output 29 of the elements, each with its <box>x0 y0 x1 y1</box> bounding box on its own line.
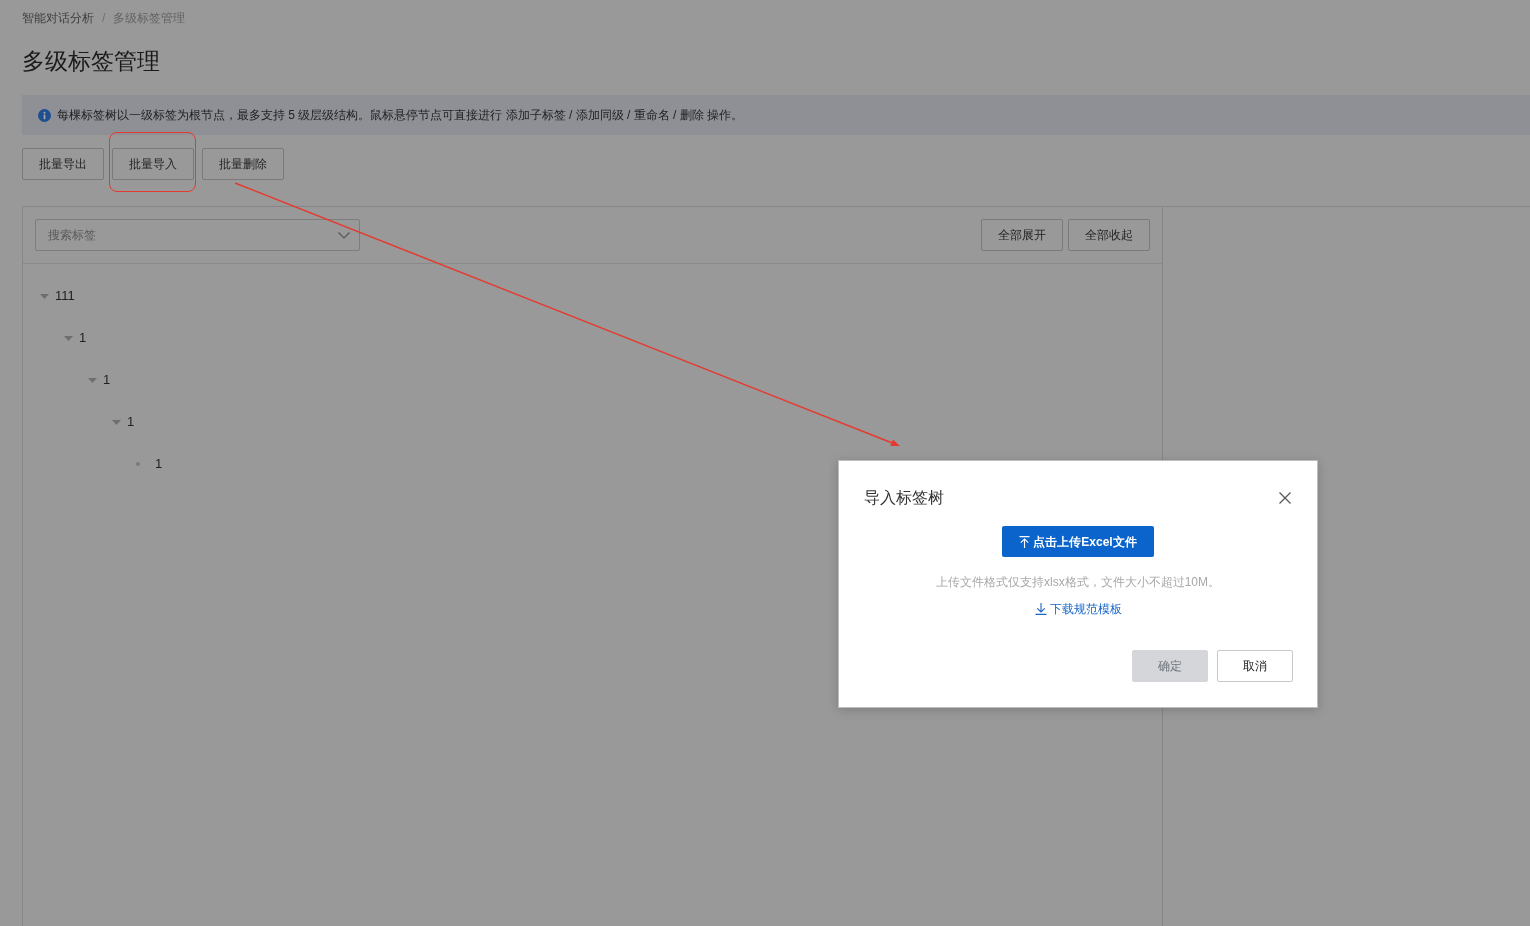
page-title: 多级标签管理 <box>22 47 160 76</box>
tree-node-label[interactable]: 111 <box>55 286 75 306</box>
upload-hint: 上传文件格式仅支持xlsx格式，文件大小不超过10M。 <box>936 574 1220 591</box>
action-button[interactable]: 全部收起 <box>1068 219 1150 251</box>
caret-icon[interactable] <box>88 377 97 383</box>
action-button[interactable]: 全部展开 <box>981 219 1063 251</box>
info-icon <box>38 108 51 122</box>
tree-node-label[interactable]: 1 <box>103 370 111 390</box>
upload-button[interactable]: 点击上传Excel文件 <box>1002 526 1154 557</box>
tree-node-label[interactable]: 1 <box>155 454 163 474</box>
download-template-link[interactable]: 下载规范模板 <box>1034 600 1122 618</box>
chevron-down-icon <box>338 232 350 239</box>
breadcrumb-link[interactable]: 智能对话分析 <box>22 10 94 26</box>
info-text: 每棵标签树以一级标签为根节点，最多支持 5 级层级结构。鼠标悬停节点可直接进行 添加子标签 / 添加同级 / 重命名 / 删除 操作。 <box>57 107 743 123</box>
toolbar-button[interactable]: 批量删除 <box>202 148 284 180</box>
cancel-button[interactable]: 取消 <box>1217 650 1293 682</box>
upload-icon <box>1019 535 1031 548</box>
close-icon[interactable] <box>1279 492 1291 504</box>
toolbar-button[interactable]: 批量导出 <box>22 148 104 180</box>
tree-node-label[interactable]: 1 <box>127 412 135 432</box>
caret-icon[interactable] <box>112 419 121 425</box>
tree-node-label[interactable]: 1 <box>79 328 87 348</box>
download-icon <box>1034 603 1047 615</box>
toolbar-button[interactable]: 批量导入 <box>112 148 194 180</box>
caret-icon[interactable] <box>40 293 49 299</box>
dialog-title: 导入标签树 <box>864 488 944 508</box>
breadcrumb-separator: / <box>102 10 106 26</box>
caret-icon[interactable] <box>64 335 73 341</box>
search-select[interactable]: 搜索标签 <box>35 219 360 251</box>
